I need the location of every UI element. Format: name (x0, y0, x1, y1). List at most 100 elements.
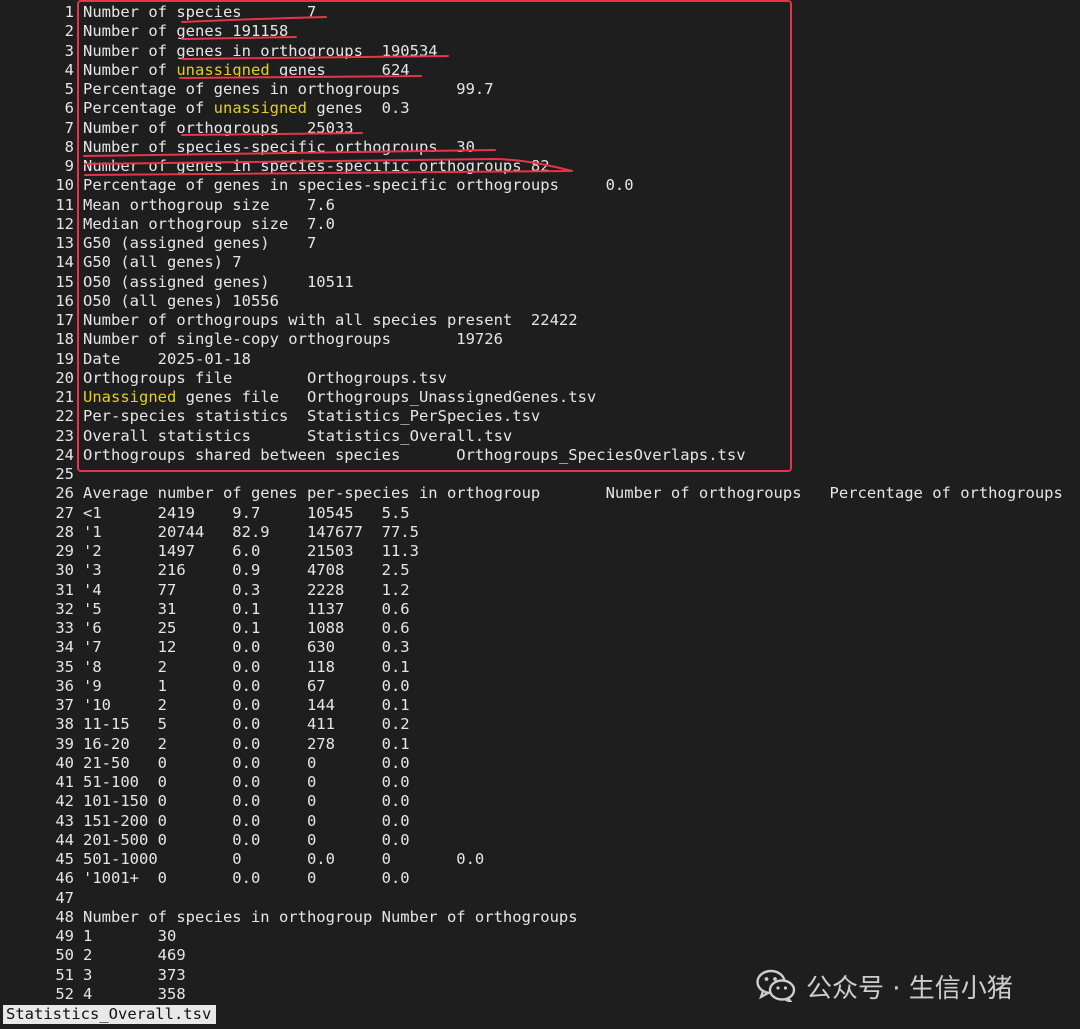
line-text: '2 1497 6.0 21503 11.3 (83, 542, 419, 560)
line-number: 42 (55, 792, 74, 811)
line-number: 27 (55, 503, 74, 522)
line-text: 21-50 0 0.0 0 0.0 (83, 753, 410, 772)
line-text: 201-500 0 0.0 0 0.0 (83, 830, 410, 849)
editor-line[interactable]: 14 G50 (all genes) 7 (0, 253, 1080, 272)
editor-line[interactable]: 5 Percentage of genes in orthogroups 99.7 (0, 80, 1080, 99)
line-number: 1 (64, 3, 74, 21)
editor-line[interactable]: 20 Orthogroups file Orthogroups.tsv (0, 369, 1080, 388)
line-number: 8 (64, 137, 74, 156)
line-number: 46 (55, 869, 74, 888)
editor-line[interactable]: 27 <1 2419 9.7 10545 5.5 (0, 504, 1080, 523)
line-number: 45 (55, 850, 74, 868)
editor-line[interactable]: 12 Median orthogroup size 7.0 (0, 215, 1080, 234)
line-number: 5 (64, 80, 74, 98)
editor-line[interactable]: 9 Number of genes in species-specific ort… (0, 157, 1080, 176)
line-number: 6 (64, 99, 74, 118)
line-text: Orthogroups file Orthogroups.tsv (83, 368, 447, 387)
line-text: <1 2419 9.7 10545 5.5 (83, 503, 410, 522)
editor-line[interactable]: 16 O50 (all genes) 10556 (0, 292, 1080, 311)
editor-line[interactable]: 34 '7 12 0.0 630 0.3 (0, 638, 1080, 657)
line-number: 40 (55, 753, 74, 772)
editor-line[interactable]: 13 G50 (assigned genes) 7 (0, 234, 1080, 253)
editor-line[interactable]: 18 Number of single-copy orthogroups 1972… (0, 330, 1080, 349)
line-number: 14 (55, 253, 74, 272)
line-number: 4 (64, 60, 74, 79)
line-number: 18 (55, 330, 74, 349)
line-number: 17 (55, 311, 74, 329)
editor-line[interactable]: 36 '9 1 0.0 67 0.0 (0, 677, 1080, 696)
editor-line[interactable]: 1 Number of species 7 (0, 3, 1080, 22)
editor-line[interactable]: 15 O50 (assigned genes) 10511 (0, 273, 1080, 292)
line-text: Number of unassigned genes 624 (83, 60, 410, 79)
editor-line[interactable]: 47 (0, 889, 1080, 908)
editor-line[interactable]: 50 2 469 (0, 946, 1080, 965)
line-text: '5 31 0.1 1137 0.6 (83, 599, 410, 618)
editor-line[interactable]: 2 Number of genes 191158 (0, 22, 1080, 41)
editor-line[interactable]: 37 '10 2 0.0 144 0.1 (0, 696, 1080, 715)
editor-line[interactable]: 31 '4 77 0.3 2228 1.2 (0, 581, 1080, 600)
line-text: 2 469 (83, 946, 186, 965)
editor-line[interactable]: 24 Orthogroups shared between species Ort… (0, 446, 1080, 465)
editor-line[interactable]: 26 Average number of genes per-species in… (0, 484, 1080, 503)
line-text: '3 216 0.9 4708 2.5 (83, 561, 410, 580)
editor-line[interactable]: 32 '5 31 0.1 1137 0.6 (0, 600, 1080, 619)
line-number: 16 (55, 291, 74, 310)
line-text: Date 2025-01-18 (83, 349, 251, 368)
editor-line[interactable]: 3 Number of genes in orthogroups 190534 (0, 42, 1080, 61)
editor-buffer[interactable]: 1 Number of species 7 2 Number of genes 191… (0, 0, 1080, 1002)
editor-line[interactable]: 23 Overall statistics Statistics_Overall.… (0, 427, 1080, 446)
editor-line[interactable]: 8 Number of species-specific orthogroups … (0, 138, 1080, 157)
wechat-icon (756, 969, 796, 1003)
line-text: O50 (assigned genes) 10511 (83, 272, 354, 291)
editor-line[interactable]: 21 Unassigned genes file Orthogroups_Unas… (0, 388, 1080, 407)
line-text: Number of species in orthogroup Number o… (83, 907, 578, 926)
line-number: 9 (64, 157, 74, 175)
line-number: 32 (55, 599, 74, 618)
line-text: '6 25 0.1 1088 0.6 (83, 619, 410, 637)
line-number: 23 (55, 426, 74, 445)
editor-line[interactable]: 4 Number of unassigned genes 624 (0, 61, 1080, 80)
line-text: Unassigned genes file Orthogroups_Unassi… (83, 388, 597, 406)
line-text: Overall statistics Statistics_Overall.ts… (83, 426, 513, 445)
editor-line[interactable]: 25 (0, 465, 1080, 484)
editor-line[interactable]: 35 '8 2 0.0 118 0.1 (0, 658, 1080, 677)
line-text: 151-200 0 0.0 0 0.0 (83, 811, 410, 830)
editor-line[interactable]: 38 11-15 5 0.0 411 0.2 (0, 715, 1080, 734)
line-number: 39 (55, 734, 74, 753)
line-number: 28 (55, 522, 74, 541)
editor-line[interactable]: 22 Per-species statistics Statistics_PerS… (0, 407, 1080, 426)
editor-line[interactable]: 42 101-150 0 0.0 0 0.0 (0, 792, 1080, 811)
editor-line[interactable]: 19 Date 2025-01-18 (0, 350, 1080, 369)
editor-line[interactable]: 41 51-100 0 0.0 0 0.0 (0, 773, 1080, 792)
editor-line[interactable]: 17 Number of orthogroups with all species… (0, 311, 1080, 330)
editor-line[interactable]: 11 Mean orthogroup size 7.6 (0, 196, 1080, 215)
editor-line[interactable]: 39 16-20 2 0.0 278 0.1 (0, 735, 1080, 754)
line-text: Orthogroups shared between species Ortho… (83, 445, 746, 464)
line-number: 33 (55, 619, 74, 637)
line-number: 11 (55, 195, 74, 214)
highlighted-word: Unassigned (83, 388, 177, 406)
line-number: 29 (55, 542, 74, 560)
editor-line[interactable]: 46 '1001+ 0 0.0 0 0.0 (0, 869, 1080, 888)
editor-line[interactable]: 29 '2 1497 6.0 21503 11.3 (0, 542, 1080, 561)
line-number: 26 (55, 484, 74, 503)
editor-line[interactable]: 10 Percentage of genes in species-specifi… (0, 176, 1080, 195)
editor-line[interactable]: 30 '3 216 0.9 4708 2.5 (0, 561, 1080, 580)
editor-line[interactable]: 40 21-50 0 0.0 0 0.0 (0, 754, 1080, 773)
editor-line[interactable]: 49 1 30 (0, 927, 1080, 946)
editor-line[interactable]: 48 Number of species in orthogroup Number… (0, 908, 1080, 927)
editor-line[interactable]: 7 Number of orthogroups 25033 (0, 119, 1080, 138)
editor-line[interactable]: 28 '1 20744 82.9 147677 77.5 (0, 523, 1080, 542)
editor-line[interactable]: 45 501-1000 0 0.0 0 0.0 (0, 850, 1080, 869)
status-filename: Statistics_Overall.tsv (3, 1005, 217, 1024)
line-number: 21 (55, 388, 74, 406)
line-text: '1001+ 0 0.0 0 0.0 (83, 869, 410, 888)
editor-line[interactable]: 43 151-200 0 0.0 0 0.0 (0, 812, 1080, 831)
line-number: 3 (64, 41, 74, 60)
editor-line[interactable]: 6 Percentage of unassigned genes 0.3 (0, 99, 1080, 118)
line-text: '10 2 0.0 144 0.1 (83, 696, 410, 714)
line-text: G50 (all genes) 7 (83, 253, 242, 272)
editor-line[interactable]: 33 '6 25 0.1 1088 0.6 (0, 619, 1080, 638)
editor-line[interactable]: 44 201-500 0 0.0 0 0.0 (0, 831, 1080, 850)
line-text: Number of genes in species-specific orth… (83, 157, 550, 175)
